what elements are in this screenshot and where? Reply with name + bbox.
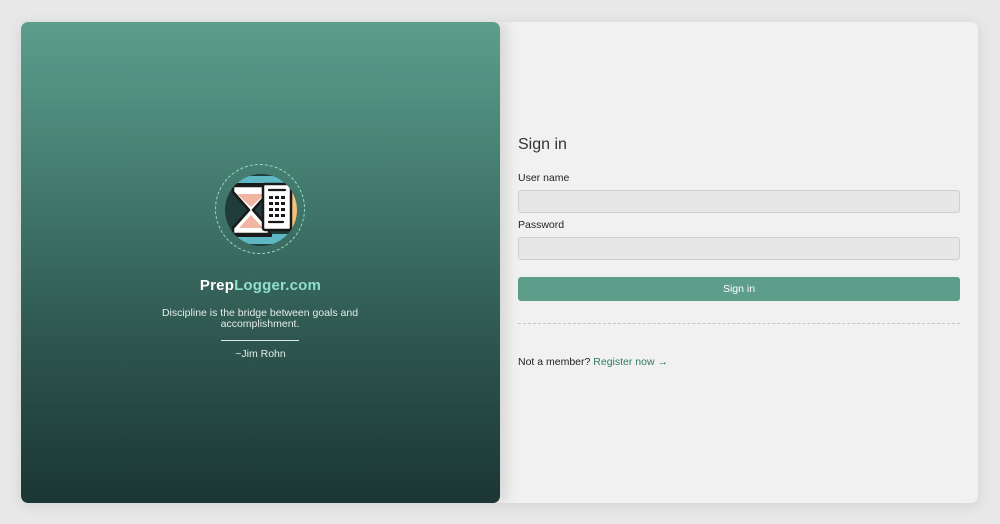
signin-title: Sign in	[518, 136, 567, 153]
signin-button[interactable]: Sign in	[518, 277, 960, 301]
brand-name-logger: Logger.com	[234, 277, 322, 294]
hourglass-notepad-icon	[225, 174, 297, 246]
register-prompt: Not a member? Register now →	[518, 356, 668, 368]
brand-name-prep: Prep	[199, 277, 235, 294]
not-member-text: Not a member?	[518, 356, 591, 368]
login-card: PrepLogger.com Discipline is the bridge …	[21, 22, 978, 503]
username-label: User name	[518, 172, 570, 184]
form-divider	[518, 323, 960, 324]
username-input[interactable]	[518, 190, 960, 213]
logo-badge	[215, 164, 305, 254]
brand-name: PrepLogger.com	[21, 277, 500, 294]
quote-author: ~Jim Rohn	[235, 348, 286, 360]
motivational-quote: Discipline is the bridge between goals a…	[161, 307, 359, 330]
quote-divider	[221, 340, 299, 341]
register-link[interactable]: Register now →	[593, 356, 668, 368]
password-input[interactable]	[518, 237, 960, 260]
password-label: Password	[518, 219, 565, 231]
branding-panel: PrepLogger.com Discipline is the bridge …	[21, 22, 500, 503]
